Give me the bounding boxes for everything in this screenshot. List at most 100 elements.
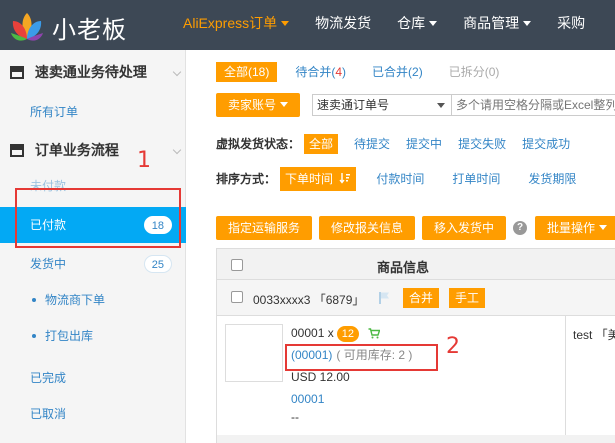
main-content: 全部(18) 待合并(4) 已合并(2) 已拆分(0) 卖家账号 速卖通订单号 … bbox=[186, 50, 615, 443]
nav-purchase[interactable]: 采购 bbox=[544, 0, 598, 50]
sidebar-item-label: 已完成 bbox=[30, 371, 67, 385]
sidebar-section-label: 速卖通业务待处理 bbox=[34, 64, 147, 80]
sidebar-item-carrier-order[interactable]: 物流商下单 bbox=[0, 282, 186, 318]
chevron-down-icon bbox=[437, 103, 445, 108]
tab-merged[interactable]: 已合并(2) bbox=[364, 62, 431, 82]
annotation-number-2: 2 bbox=[446, 334, 460, 359]
bulk-actions-button[interactable]: 批量操作 bbox=[535, 216, 615, 240]
quantity-badge: 12 bbox=[336, 326, 359, 342]
table-row: 00001 x 12 (00001)( 可用库存: 2 ) USD 12.00 0… bbox=[217, 316, 615, 443]
button-label: 批量操作 bbox=[547, 221, 596, 235]
nav-product-management[interactable]: 商品管理 bbox=[450, 0, 544, 50]
sort-option-print-time[interactable]: 打单时间 bbox=[452, 167, 500, 191]
bullet-icon bbox=[32, 298, 36, 302]
placeholder-dash: -- bbox=[291, 410, 299, 424]
button-label: 卖家账号 bbox=[228, 98, 277, 112]
count-badge: 25 bbox=[143, 255, 172, 273]
column-divider bbox=[565, 316, 566, 443]
filter-option-submitting[interactable]: 提交中 bbox=[406, 134, 442, 154]
order-group-row: 0033xxxx3 「6879」 合并 手工 bbox=[217, 280, 615, 316]
product-details: 00001 x 12 (00001)( 可用库存: 2 ) USD 12.00 0… bbox=[291, 324, 412, 426]
tag-merged: 合并 bbox=[403, 288, 440, 308]
sidebar-item-label: 发货中 bbox=[30, 257, 67, 271]
sort-option-order-time[interactable]: 下单时间 bbox=[280, 167, 357, 191]
app-name: 小老板 bbox=[52, 16, 127, 44]
shop-icon bbox=[10, 143, 24, 157]
sku-quantity-line: 00001 x 12 bbox=[291, 324, 412, 342]
seller-account-button[interactable]: 卖家账号 bbox=[216, 93, 301, 117]
cart-icon[interactable] bbox=[368, 328, 381, 339]
nav-aliexpress-orders[interactable]: AliExpress订单 bbox=[170, 0, 302, 50]
chevron-down-icon bbox=[599, 225, 608, 230]
chevron-down-icon bbox=[523, 21, 532, 26]
sidebar-item-label: 已取消 bbox=[30, 407, 67, 421]
virtual-ship-filter: 虚拟发货状态： 全部 待提交 提交中 提交失败 提交成功 bbox=[216, 134, 570, 154]
bullet-icon bbox=[32, 334, 36, 338]
annotation-box-2 bbox=[285, 344, 438, 371]
sort-option-pay-time[interactable]: 付款时间 bbox=[376, 167, 424, 191]
tab-split[interactable]: 已拆分(0) bbox=[441, 62, 508, 82]
order-tabs: 全部(18) 待合并(4) 已合并(2) 已拆分(0) bbox=[216, 62, 517, 82]
sort-desc-icon bbox=[339, 173, 351, 184]
assign-shipping-button[interactable]: 指定运输服务 bbox=[216, 216, 313, 240]
nav-label: 仓库 bbox=[397, 15, 426, 31]
tab-label: 全部(18) bbox=[224, 65, 270, 79]
sidebar-section-pending[interactable]: 速卖通业务待处理 bbox=[0, 52, 186, 92]
sort-filter: 排序方式： 下单时间 付款时间 打单时间 发货期限 bbox=[216, 167, 576, 191]
sidebar-item-all-orders[interactable]: 所有订单 bbox=[0, 94, 186, 130]
row-footer bbox=[217, 435, 615, 443]
tab-all[interactable]: 全部(18) bbox=[216, 62, 278, 82]
filter-option-failed[interactable]: 提交失败 bbox=[458, 134, 506, 154]
shop-icon bbox=[10, 65, 24, 79]
product-code-link[interactable]: 00001 bbox=[291, 390, 412, 408]
column-header-product-info: 商品信息 bbox=[377, 260, 430, 275]
sort-option-deadline[interactable]: 发货期限 bbox=[528, 167, 576, 191]
product-thumbnail[interactable] bbox=[225, 324, 283, 382]
search-input[interactable] bbox=[452, 94, 615, 116]
filter-option-all[interactable]: 全部 bbox=[304, 134, 339, 154]
tab-label-suffix: ) bbox=[342, 65, 347, 79]
annotation-number-1: 1 bbox=[137, 148, 151, 173]
order-checkbox[interactable] bbox=[231, 291, 243, 303]
sidebar-section-workflow[interactable]: 订单业务流程 bbox=[0, 130, 186, 170]
nav-label: AliExpress订单 bbox=[183, 15, 278, 31]
nav-warehouse[interactable]: 仓库 bbox=[384, 0, 450, 50]
table-header: 商品信息 bbox=[217, 248, 615, 280]
select-value: 速卖通订单号 bbox=[317, 98, 390, 112]
chevron-down-icon bbox=[172, 67, 182, 77]
edit-customs-button[interactable]: 修改报关信息 bbox=[319, 216, 416, 240]
select-all-checkbox[interactable] bbox=[231, 259, 243, 271]
tab-pending-merge[interactable]: 待合并(4) bbox=[287, 62, 354, 82]
search-field-select[interactable]: 速卖通订单号 bbox=[312, 94, 452, 116]
nav-logistics[interactable]: 物流发货 bbox=[302, 0, 384, 50]
chevron-down-icon bbox=[281, 21, 290, 26]
buyer-info: test 「美 bbox=[573, 328, 615, 342]
nav-label: 物流发货 bbox=[315, 15, 372, 31]
sidebar-item-pack-out[interactable]: 打包出库 bbox=[0, 318, 186, 354]
filter-option-success[interactable]: 提交成功 bbox=[522, 134, 570, 154]
sidebar-item-label: 所有订单 bbox=[30, 105, 79, 119]
tab-label: 已拆分(0) bbox=[448, 65, 500, 79]
order-number[interactable]: 0033xxxx3 「6879」 bbox=[253, 291, 364, 308]
top-navigation-bar: 小老板 AliExpress订单 物流发货 仓库 商品管理 采购 bbox=[0, 0, 615, 50]
move-to-shipping-button[interactable]: 移入发货中 bbox=[422, 216, 507, 240]
sidebar-item-shipping[interactable]: 发货中 25 bbox=[0, 246, 186, 282]
filter-option-to-submit[interactable]: 待提交 bbox=[354, 134, 390, 154]
nav-label: 采购 bbox=[557, 15, 586, 31]
flag-icon[interactable] bbox=[379, 291, 391, 305]
annotation-box-1 bbox=[15, 188, 181, 248]
tab-label: 待合并( bbox=[295, 65, 336, 79]
sidebar-section-label: 订单业务流程 bbox=[34, 142, 119, 158]
app-logo[interactable]: 小老板 bbox=[0, 0, 186, 50]
sidebar-item-cancelled[interactable]: 已取消 bbox=[0, 396, 186, 432]
tag-manual: 手工 bbox=[449, 288, 486, 308]
sidebar-item-completed[interactable]: 已完成 bbox=[0, 360, 186, 396]
main-nav: AliExpress订单 物流发货 仓库 商品管理 采购 bbox=[170, 0, 598, 50]
help-icon[interactable]: ? bbox=[513, 221, 528, 235]
filter-label: 虚拟发货状态： bbox=[216, 137, 301, 151]
sort-label: 下单时间 bbox=[285, 172, 334, 186]
chevron-down-icon bbox=[429, 21, 438, 26]
sidebar-item-label: 物流商下单 bbox=[45, 293, 106, 307]
lotus-logo-icon bbox=[11, 13, 43, 41]
chevron-down-icon bbox=[172, 145, 182, 155]
